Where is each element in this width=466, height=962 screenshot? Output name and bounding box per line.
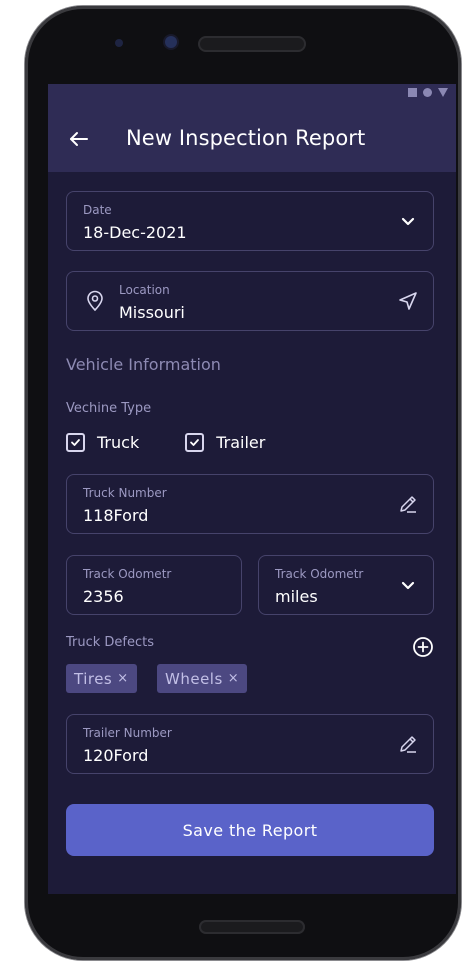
trailer-option-label[interactable]: Trailer — [216, 433, 265, 452]
chevron-down-icon[interactable] — [397, 210, 419, 232]
truck-option-label[interactable]: Truck — [97, 433, 139, 452]
odometer-unit-select[interactable]: Track Odometr miles — [258, 555, 434, 615]
trailer-checkbox[interactable] — [185, 433, 205, 452]
odometer-unit-label: Track Odometr — [275, 567, 364, 581]
trailer-number-value: 120Ford — [83, 746, 149, 765]
vehicle-type-options: Truck Trailer — [66, 433, 265, 452]
app-bar: New Inspection Report — [48, 108, 456, 172]
defect-chip-wheels[interactable]: Wheels × — [157, 664, 248, 693]
chip-label: Wheels — [165, 669, 223, 688]
location-value: Missouri — [119, 303, 185, 322]
date-select[interactable]: Date 18-Dec-2021 — [66, 191, 434, 251]
odometer-label: Track Odometr — [83, 567, 172, 581]
page-title: New Inspection Report — [126, 126, 366, 150]
arrow-left-icon[interactable] — [66, 126, 92, 152]
send-icon[interactable] — [397, 290, 419, 312]
pencil-icon[interactable] — [397, 733, 419, 755]
location-pin-icon — [85, 290, 105, 312]
close-icon[interactable]: × — [228, 671, 239, 686]
notification-circle-icon — [423, 88, 432, 97]
chip-label: Tires — [74, 669, 113, 688]
odometer-value: 2356 — [83, 587, 124, 606]
trailer-number-field[interactable]: Trailer Number 120Ford — [66, 714, 434, 774]
location-field[interactable]: Location Missouri — [66, 271, 434, 331]
date-label: Date — [83, 203, 112, 217]
odometer-unit-value: miles — [275, 587, 318, 606]
close-icon[interactable]: × — [117, 671, 128, 686]
home-indicator[interactable] — [199, 920, 305, 934]
defect-chip-tires[interactable]: Tires × — [66, 664, 137, 693]
status-bar — [48, 84, 456, 108]
date-value: 18-Dec-2021 — [83, 223, 187, 242]
vehicle-type-label: Vechine Type — [66, 401, 152, 416]
sensor-dot — [115, 39, 123, 47]
location-label: Location — [119, 283, 170, 297]
trailer-number-label: Trailer Number — [83, 726, 172, 740]
pencil-icon[interactable] — [397, 493, 419, 515]
front-camera — [165, 36, 177, 48]
truck-checkbox[interactable] — [66, 433, 85, 452]
truck-number-label: Truck Number — [83, 486, 167, 500]
save-report-button[interactable]: Save the Report — [66, 804, 434, 856]
chevron-down-icon[interactable] — [397, 574, 419, 596]
truck-number-value: 118Ford — [83, 506, 149, 525]
earpiece-speaker — [198, 36, 306, 52]
truck-defects-label: Truck Defects — [66, 635, 155, 650]
app-screen: New Inspection Report Date 18-Dec-2021 L… — [48, 84, 456, 894]
notification-square-icon — [408, 88, 417, 97]
odometer-field[interactable]: Track Odometr 2356 — [66, 555, 242, 615]
vehicle-section-title: Vehicle Information — [66, 355, 221, 374]
truck-number-field[interactable]: Truck Number 118Ford — [66, 474, 434, 534]
plus-circle-icon[interactable] — [412, 636, 434, 658]
signal-triangle-icon — [438, 88, 448, 97]
